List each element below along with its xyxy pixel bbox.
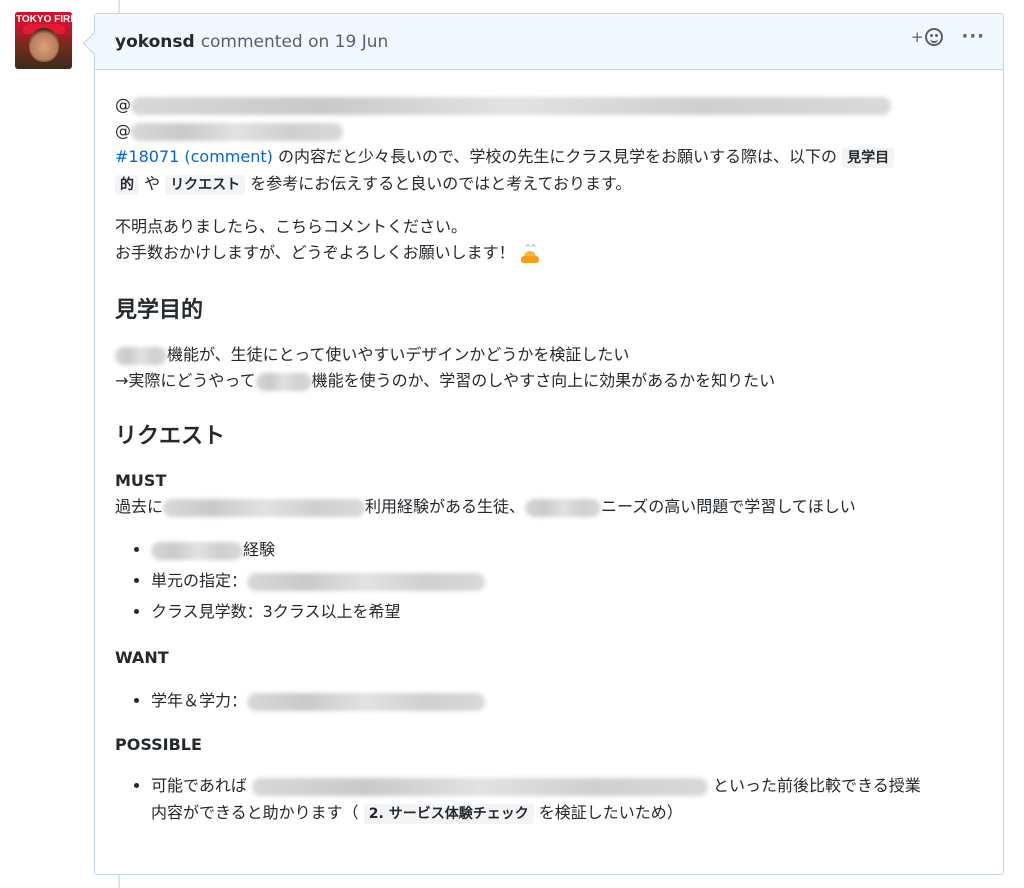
smiley-icon xyxy=(925,28,944,46)
possible-list: 可能であれば といった前後比較できる授業 内容ができると助かります（ 2. サー… xyxy=(115,772,983,828)
comment-timestamp[interactable]: commented on 19 Jun xyxy=(201,32,389,52)
redacted-mentions xyxy=(131,96,891,115)
header-actions: + ··· xyxy=(911,28,985,46)
list-item: 可能であれば といった前後比較できる授業 内容ができると助かります（ 2. サー… xyxy=(151,772,983,828)
closing-line-2-text: お手数おかけしますが、どうぞよろしくお願いします！ xyxy=(115,243,515,262)
must-item-3: クラス見学数：3クラス以上を希望 xyxy=(151,602,401,621)
inline-code-request: リクエスト xyxy=(165,175,246,195)
mention-line-2: @ xyxy=(115,118,983,144)
purpose-line-1-text: 機能が、生徒にとって使いやすいデザインかどうかを検証したい xyxy=(167,345,630,364)
must-item-1: 経験 xyxy=(243,540,276,559)
intro-paragraph: #18071 (comment) の内容だと少々長いので、学校の先生にクラス見学… xyxy=(115,144,983,198)
purpose-line-2a: →実際にどうやって xyxy=(115,371,256,390)
redacted-service-name xyxy=(115,346,167,365)
purpose-paragraph: 機能が、生徒にとって使いやすいデザインかどうかを検証したい →実際にどうやって 機… xyxy=(115,342,983,394)
comment-box: yokonsd commented on 19 Jun + ··· @ @ #1… xyxy=(94,13,1004,875)
plus-icon: + xyxy=(910,28,924,46)
redacted-text xyxy=(247,692,486,711)
redacted-text xyxy=(525,498,602,517)
redacted-service-name xyxy=(255,372,312,391)
purpose-line-2b: 機能を使うのか、学習のしやすさ向上に効果があるかを知りたい xyxy=(311,371,776,390)
redacted-text xyxy=(151,541,243,560)
possible-label: POSSIBLE xyxy=(115,735,202,754)
inline-code-purpose-cont: 的 xyxy=(115,175,139,195)
must-line-a: 過去に xyxy=(115,497,164,516)
closing-line-1: 不明点ありましたら、こちらコメントください。 xyxy=(115,217,468,236)
avatar[interactable]: TOKYO FIRE xyxy=(15,12,72,69)
redacted-text xyxy=(163,498,366,517)
intro-text-a: の内容だと少々長いので、学校の先生にクラス見学をお願いする際は、以下の xyxy=(272,147,843,166)
possible-text-b: といった前後比較できる授業 xyxy=(713,776,921,795)
want-label: WANT xyxy=(115,648,169,667)
list-item: 経験 xyxy=(151,534,983,565)
must-line: 過去に 利用経験がある生徒、 ニーズの高い問題で学習してほしい xyxy=(115,494,983,520)
comment-author[interactable]: yokonsd xyxy=(115,32,195,52)
bowing-person-icon: ^^ xyxy=(520,244,540,264)
possible-text-d: を検証したいため） xyxy=(533,803,683,822)
avatar-face xyxy=(29,28,59,62)
closing-line-2: お手数おかけしますが、どうぞよろしくお願いします！ ^^ xyxy=(115,240,983,266)
heading-request: リクエスト xyxy=(115,424,226,449)
inline-code-service-check: 2. サービス体験チェック xyxy=(363,804,534,824)
purpose-line-2: →実際にどうやって 機能を使うのか、学習のしやすさ向上に効果があるかを知りたい xyxy=(115,368,983,394)
redacted-text xyxy=(247,572,486,591)
more-options-icon[interactable]: ··· xyxy=(961,28,985,46)
mention-at-2: @ xyxy=(115,121,131,140)
intro-text-b: や xyxy=(139,174,166,193)
possible-text-a: 可能であれば xyxy=(151,776,247,795)
closing-paragraph: 不明点ありましたら、こちらコメントください。 お手数おかけしますが、どうぞよろし… xyxy=(115,214,983,266)
want-list: 学年＆学力： xyxy=(115,685,983,716)
must-list: 経験 単元の指定： クラス見学数：3クラス以上を希望 xyxy=(115,534,983,627)
must-line-c: ニーズの高い問題で学習してほしい xyxy=(601,497,856,516)
want-item-1: 学年＆学力： xyxy=(151,691,248,710)
mention-line-1: @ xyxy=(115,92,983,118)
comment-body: @ @ #18071 (comment) の内容だと少々長いので、学校の先生にク… xyxy=(95,92,1003,828)
inline-code-purpose: 見学目 xyxy=(842,148,895,168)
redacted-mentions xyxy=(131,122,343,141)
list-item: 単元の指定： xyxy=(151,565,983,596)
must-item-2: 単元の指定： xyxy=(151,571,248,590)
possible-text-c: 内容ができると助かります（ xyxy=(151,803,364,822)
list-item: クラス見学数：3クラス以上を希望 xyxy=(151,596,983,627)
add-reaction-button[interactable]: + xyxy=(911,28,944,46)
issue-comment-link[interactable]: #18071 (comment) xyxy=(115,147,273,166)
must-label: MUST xyxy=(115,471,167,490)
redacted-text xyxy=(251,777,708,796)
purpose-line-1: 機能が、生徒にとって使いやすいデザインかどうかを検証したい xyxy=(115,342,983,368)
comment-header: yokonsd commented on 19 Jun + ··· xyxy=(95,14,1003,70)
must-line-b: 利用経験がある生徒、 xyxy=(365,497,526,516)
heading-purpose: 見学目的 xyxy=(115,298,204,323)
mention-at-1: @ xyxy=(115,95,131,114)
intro-text-c: を参考にお伝えすると良いのではと考えております。 xyxy=(245,174,632,193)
list-item: 学年＆学力： xyxy=(151,685,983,716)
